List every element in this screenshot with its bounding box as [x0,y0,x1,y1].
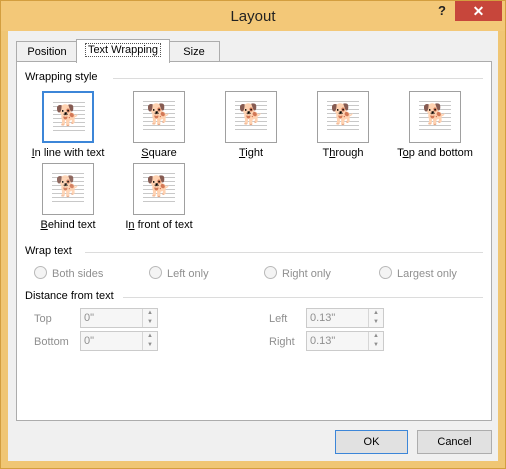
inline-with-text-icon: 🐕 [42,91,94,143]
down-arrow-icon[interactable]: ▼ [143,318,157,327]
left-input[interactable] [307,309,371,327]
top-label: Top [34,313,52,325]
radio-right-only[interactable]: Right only [264,266,331,280]
distance-heading: Distance from text [25,290,114,302]
radio-circle [379,266,392,279]
text-wrapping-panel: Wrapping style 🐕 In line with text 🐕 Squ… [16,61,492,421]
wrap-option-square[interactable]: 🐕 Square [109,91,209,159]
radio-label: Both sides [52,268,104,280]
radio-circle [149,266,162,279]
tab-label: Size [183,46,205,58]
wrap-option-label: Behind text [40,219,96,231]
layout-dialog: Layout ? ✕ Position Text Wrapping Size W… [0,0,506,469]
spinner-arrows[interactable]: ▲ ▼ [368,309,383,327]
close-button[interactable]: ✕ [455,1,502,21]
wrap-option-label: Square [141,147,177,159]
wrap-option-label: Through [322,147,364,159]
dialog-title: Layout [230,8,276,25]
ok-button[interactable]: OK [335,430,408,454]
up-arrow-icon[interactable]: ▲ [143,309,157,318]
radio-both-sides[interactable]: Both sides [34,266,103,280]
behind-text-icon: 🐕 [42,163,94,215]
right-label: Right [269,336,295,348]
right-spinner[interactable]: ▲▼ [306,331,384,351]
bottom-input[interactable] [81,332,145,350]
tab-text-wrapping[interactable]: Text Wrapping [76,39,170,63]
wrap-option-label: Tight [238,147,264,159]
up-arrow-icon[interactable]: ▲ [369,309,383,318]
radio-label: Left only [167,268,209,280]
wrap-text-heading: Wrap text [25,245,72,257]
right-input[interactable] [307,332,371,350]
divider [123,297,483,298]
cancel-button[interactable]: Cancel [417,430,492,454]
help-button[interactable]: ? [431,3,453,23]
radio-left-only[interactable]: Left only [149,266,209,280]
in-front-of-text-icon: 🐕 [133,163,185,215]
tab-position[interactable]: Position [16,41,78,62]
divider [85,252,483,253]
spinner-arrows[interactable]: ▲ ▼ [142,332,157,350]
title-bar: Layout ? ✕ [1,1,505,31]
tab-label: Position [27,46,67,58]
dialog-client: Position Text Wrapping Size Wrapping sty… [8,31,498,461]
wrap-option-behind-text[interactable]: 🐕 Behind text [18,163,118,231]
divider [113,78,483,79]
wrap-option-in-front-of-text[interactable]: 🐕 In front of text [109,163,209,231]
wrapping-style-heading: Wrapping style [25,71,98,83]
wrap-option-tight[interactable]: 🐕 Tight [201,91,301,159]
top-and-bottom-icon: 🐕 [409,91,461,143]
wrap-option-label: Top and bottom [397,147,473,159]
up-arrow-icon[interactable]: ▲ [369,332,383,341]
down-arrow-icon[interactable]: ▼ [369,341,383,350]
wrap-option-label: In line with text [31,147,105,159]
square-icon: 🐕 [133,91,185,143]
top-input[interactable] [81,309,145,327]
radio-circle [264,266,277,279]
radio-largest-only[interactable]: Largest only [379,266,457,280]
wrap-option-top-and-bottom[interactable]: 🐕 Top and bottom [385,91,485,159]
down-arrow-icon[interactable]: ▼ [143,341,157,350]
tab-size[interactable]: Size [168,41,220,62]
wrap-option-inline[interactable]: 🐕 In line with text [18,91,118,159]
top-spinner[interactable]: ▲▼ [80,308,158,328]
radio-circle [34,266,47,279]
left-spinner[interactable]: ▲▼ [306,308,384,328]
wrap-option-through[interactable]: 🐕 Through [293,91,393,159]
spinner-arrows[interactable]: ▲ ▼ [368,332,383,350]
through-icon: 🐕 [317,91,369,143]
left-label: Left [269,313,288,325]
wrap-option-label: In front of text [125,219,193,231]
bottom-label: Bottom [34,336,69,348]
radio-label: Right only [282,268,331,280]
up-arrow-icon[interactable]: ▲ [143,332,157,341]
tab-label: Text Wrapping [84,43,162,57]
radio-label: Largest only [397,268,457,280]
down-arrow-icon[interactable]: ▼ [369,318,383,327]
spinner-arrows[interactable]: ▲ ▼ [142,309,157,327]
bottom-spinner[interactable]: ▲▼ [80,331,158,351]
tight-icon: 🐕 [225,91,277,143]
